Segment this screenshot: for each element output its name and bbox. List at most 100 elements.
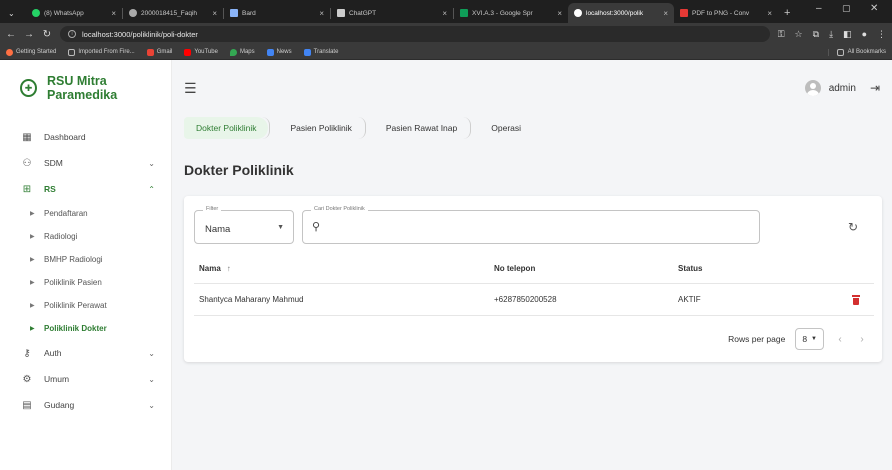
- browser-tab-localhost[interactable]: localhost:3000/polik ×: [568, 3, 674, 23]
- minimize-icon[interactable]: –: [816, 3, 822, 14]
- trash-icon[interactable]: [852, 294, 860, 305]
- folder-icon: [68, 48, 76, 56]
- logout-icon[interactable]: ⇥: [870, 81, 880, 95]
- close-icon[interactable]: ×: [319, 9, 324, 18]
- close-icon[interactable]: ×: [767, 9, 772, 18]
- browser-tab-pdf[interactable]: PDF to PNG - Conv ×: [674, 3, 778, 23]
- breadcrumb-operasi[interactable]: Operasi: [479, 117, 533, 139]
- all-bookmarks[interactable]: All Bookmarks: [827, 48, 886, 56]
- hamburger-menu-icon[interactable]: ☰: [184, 80, 197, 97]
- sort-arrow-up-icon[interactable]: ↑: [227, 264, 231, 273]
- bookmark-maps[interactable]: Maps: [229, 48, 255, 56]
- sidebar-item-auth[interactable]: ⚷ Auth ⌄: [0, 340, 171, 366]
- sidebar-subitem-poliklinik-pasien[interactable]: ▶ Poliklinik Pasien: [0, 271, 171, 294]
- browser-tab-sheets[interactable]: XVI.A.3 - Google Spr ×: [454, 3, 568, 23]
- close-icon[interactable]: ×: [442, 9, 447, 18]
- browser-tab-faqih[interactable]: 2000018415_Faqih ×: [123, 3, 223, 23]
- bookmark-gmail[interactable]: Gmail: [146, 48, 172, 56]
- download-icon[interactable]: ⤓: [829, 29, 833, 40]
- browser-tab-bard[interactable]: Bard ×: [224, 3, 330, 23]
- close-icon[interactable]: ×: [663, 9, 668, 18]
- browser-tab-chatgpt[interactable]: ChatGPT ×: [331, 3, 453, 23]
- sidebar: ✚ RSU Mitra Paramedika ▦ Dashboard ⚇ SDM…: [0, 60, 172, 470]
- close-icon[interactable]: ×: [111, 9, 116, 18]
- table-header: Nama ↑ No telepon Status: [194, 254, 874, 284]
- sidebar-item-sdm[interactable]: ⚇ SDM ⌄: [0, 150, 171, 176]
- rows-per-page-select[interactable]: 8 ▼: [795, 328, 824, 350]
- maximize-icon[interactable]: ▢: [842, 3, 851, 14]
- filter-value: Nama: [205, 224, 231, 235]
- triangle-right-icon: ▶: [30, 257, 35, 263]
- youtube-icon: [184, 48, 192, 56]
- plus-box-icon: ⊞: [22, 183, 32, 195]
- extensions-icon[interactable]: ⧉: [813, 29, 819, 40]
- forward-icon[interactable]: →: [24, 29, 34, 40]
- avatar[interactable]: [804, 80, 821, 96]
- brand[interactable]: ✚ RSU Mitra Paramedika: [0, 60, 171, 116]
- close-icon[interactable]: ×: [557, 9, 562, 18]
- sidebar-item-rs[interactable]: ⊞ RS ⌃: [0, 176, 171, 202]
- close-window-icon[interactable]: ✕: [870, 3, 878, 14]
- bookmark-star-icon[interactable]: ☆: [795, 29, 803, 40]
- username: admin: [828, 82, 856, 94]
- sidebar-subitem-radiologi[interactable]: ▶ Radiologi: [0, 225, 171, 248]
- bookmark-imported[interactable]: Imported From Fire...: [68, 48, 135, 56]
- chevron-up-icon: ⌃: [148, 184, 155, 194]
- column-header-no-telepon[interactable]: No telepon: [494, 264, 678, 273]
- breadcrumb-pasien-rawat-inap[interactable]: Pasien Rawat Inap: [374, 117, 469, 139]
- password-key-icon[interactable]: ⚿: [778, 29, 785, 40]
- sidepanel-icon[interactable]: ◧: [843, 29, 852, 40]
- bookmark-translate[interactable]: Translate: [303, 48, 338, 56]
- back-icon[interactable]: ←: [6, 29, 16, 40]
- breadcrumb-pasien-poliklinik[interactable]: Pasien Poliklinik: [278, 117, 363, 139]
- gmail-icon: [146, 48, 154, 56]
- url-bar[interactable]: i localhost:3000/poliklinik/poli-dokter: [60, 26, 770, 42]
- column-header-nama[interactable]: Nama ↑: [194, 264, 494, 273]
- triangle-right-icon: ▶: [30, 234, 35, 240]
- app-root: ✚ RSU Mitra Paramedika ▦ Dashboard ⚇ SDM…: [0, 60, 892, 470]
- filter-select[interactable]: Filter Nama ▼: [194, 206, 294, 244]
- archive-icon: ▤: [22, 399, 32, 411]
- bookmark-news[interactable]: News: [266, 48, 292, 56]
- people-icon: ⚇: [22, 157, 32, 169]
- globe-icon: [574, 9, 582, 17]
- bookmark-youtube[interactable]: YouTube: [184, 48, 218, 56]
- search-icon: ⚲: [312, 221, 321, 233]
- reload-icon[interactable]: ↻: [42, 29, 52, 40]
- refresh-icon[interactable]: ↻: [848, 220, 858, 234]
- pdf-icon: [680, 9, 688, 17]
- tab-search-button[interactable]: ⌄: [0, 3, 26, 23]
- bookmark-getting-started[interactable]: Getting Started: [6, 48, 56, 56]
- caret-down-icon: ▼: [277, 224, 284, 231]
- chevron-down-icon: ⌄: [148, 158, 155, 168]
- sidebar-item-umum[interactable]: ⚙ Umum ⌄: [0, 366, 171, 392]
- site-info-icon[interactable]: i: [68, 30, 76, 38]
- triangle-right-icon: ▶: [30, 326, 35, 332]
- prev-page-icon[interactable]: ‹: [834, 334, 846, 345]
- table-row[interactable]: Shantyca Maharany Mahmud +6287850200528 …: [194, 284, 874, 316]
- menu-icon[interactable]: ⋮: [877, 29, 886, 40]
- brand-name: RSU Mitra Paramedika: [47, 74, 118, 102]
- profile-icon[interactable]: ●: [862, 29, 867, 39]
- sidebar-item-gudang[interactable]: ▤ Gudang ⌄: [0, 392, 171, 418]
- breadcrumb-dokter-poliklinik[interactable]: Dokter Poliklinik: [184, 117, 269, 139]
- cell-nama: Shantyca Maharany Mahmud: [199, 295, 304, 304]
- column-header-status[interactable]: Status: [678, 264, 838, 273]
- cell-telepon: +6287850200528: [494, 295, 557, 304]
- sidebar-subitem-poliklinik-perawat[interactable]: ▶ Poliklinik Perawat: [0, 294, 171, 317]
- news-icon: [266, 48, 274, 56]
- browser-tab-whatsapp[interactable]: (8) WhatsApp ×: [26, 3, 122, 23]
- caret-down-icon: ▼: [811, 336, 817, 342]
- sidebar-subitem-bmhp-radiologi[interactable]: ▶ BMHP Radiologi: [0, 248, 171, 271]
- close-icon[interactable]: ×: [212, 9, 217, 18]
- sidebar-subitem-pendaftaran[interactable]: ▶ Pendaftaran: [0, 202, 171, 225]
- sidebar-item-dashboard[interactable]: ▦ Dashboard: [0, 124, 171, 150]
- search-input[interactable]: [327, 220, 747, 236]
- search-field[interactable]: Cari Dokter Poliklinik ⚲: [302, 206, 760, 244]
- whatsapp-icon: [32, 9, 40, 17]
- next-page-icon[interactable]: ›: [856, 334, 868, 345]
- folder-icon: [836, 48, 844, 56]
- chatgpt-icon: [337, 9, 345, 17]
- sidebar-subitem-poliklinik-dokter[interactable]: ▶ Poliklinik Dokter: [0, 317, 171, 340]
- new-tab-button[interactable]: +: [778, 3, 798, 23]
